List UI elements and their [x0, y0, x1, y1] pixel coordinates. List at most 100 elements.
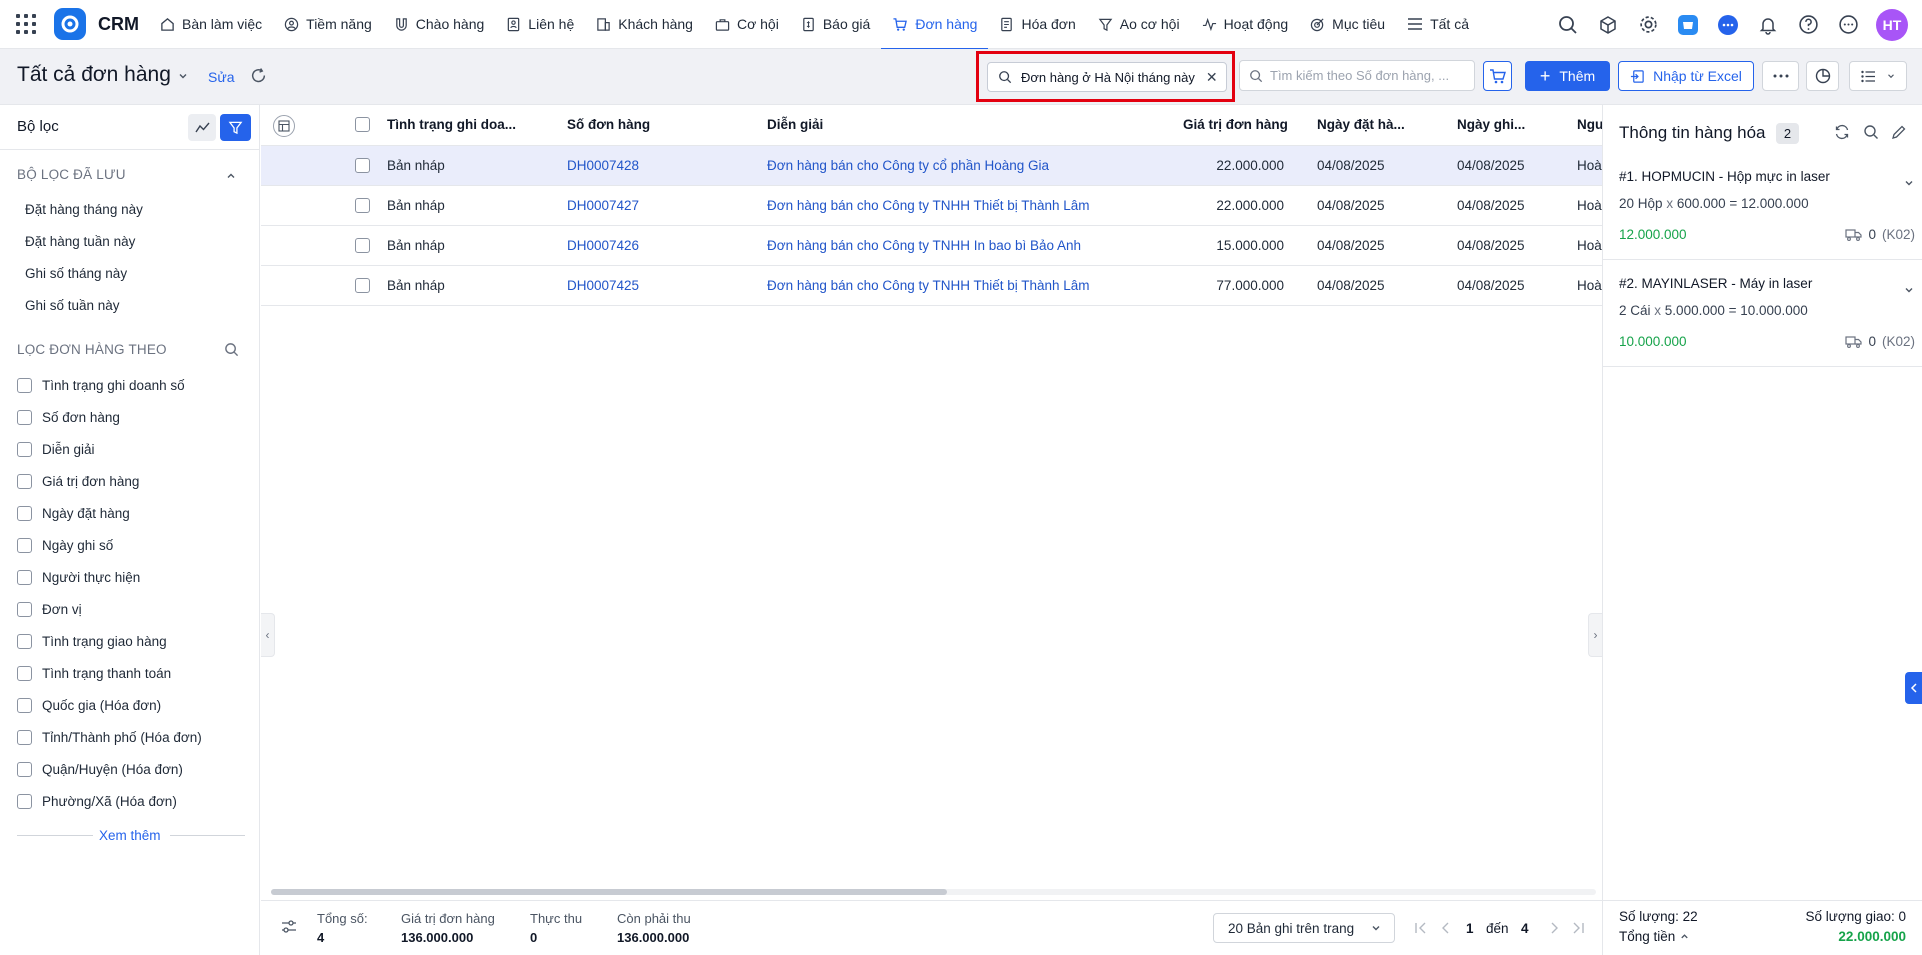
more-actions-button[interactable]: [1762, 61, 1799, 91]
filter-field[interactable]: Quốc gia (Hóa đơn): [17, 698, 161, 713]
filter-toggle-button[interactable]: [220, 114, 251, 141]
cell-description[interactable]: Đơn hàng bán cho Công ty TNHH Thiết bị T…: [767, 198, 1090, 213]
collapse-left-handle[interactable]: ‹: [261, 613, 275, 657]
add-button[interactable]: + Thêm: [1525, 61, 1610, 91]
filter-field[interactable]: Diễn giải: [17, 442, 95, 457]
search-input[interactable]: [1270, 68, 1470, 83]
row-checkbox[interactable]: [355, 198, 370, 213]
page-title[interactable]: Tất cả đơn hàng: [17, 63, 171, 87]
table-row[interactable]: Bản nháp DH0007425 Đơn hàng bán cho Công…: [261, 266, 1602, 306]
user-avatar[interactable]: HT: [1876, 8, 1908, 41]
cell-order-number[interactable]: DH0007428: [567, 158, 639, 173]
nav-lien-he[interactable]: Liên hệ: [495, 0, 585, 49]
gear-icon[interactable]: [1636, 13, 1660, 37]
nav-tiem-nang[interactable]: Tiềm năng: [273, 0, 383, 49]
nav-bao-gia[interactable]: Báo giá: [790, 0, 881, 49]
last-page-icon[interactable]: [1571, 921, 1585, 938]
next-page-icon[interactable]: [1547, 921, 1561, 938]
search-icon[interactable]: [224, 342, 239, 360]
table-row[interactable]: Bản nháp DH0007427 Đơn hàng bán cho Công…: [261, 186, 1602, 226]
horizontal-scrollbar[interactable]: [271, 889, 1596, 895]
edit-pencil-icon[interactable]: [1891, 124, 1907, 143]
cell-description[interactable]: Đơn hàng bán cho Công ty cổ phần Hoàng G…: [767, 158, 1049, 173]
column-header-person[interactable]: Ngư: [1577, 117, 1602, 132]
product-item[interactable]: #2. MAYINLASER - Máy in laser 2 Cái x 5.…: [1619, 276, 1915, 356]
chevron-down-icon[interactable]: [177, 69, 189, 85]
cell-order-number[interactable]: DH0007426: [567, 238, 639, 253]
filter-field[interactable]: Đơn vị: [17, 602, 82, 617]
app-grid-icon[interactable]: [14, 12, 38, 36]
checkbox[interactable]: [17, 538, 32, 553]
nav-ao-co-hoi[interactable]: Ao cơ hội: [1087, 0, 1191, 49]
chart-toggle-button[interactable]: [188, 114, 216, 141]
column-header-value[interactable]: Giá trị đơn hàng: [1183, 117, 1288, 132]
column-header-record-date[interactable]: Ngày ghi...: [1457, 117, 1525, 132]
table-row[interactable]: Bản nháp DH0007426 Đơn hàng bán cho Công…: [261, 226, 1602, 266]
checkbox[interactable]: [17, 698, 32, 713]
report-button[interactable]: [1806, 61, 1839, 91]
nav-khach-hang[interactable]: Khách hàng: [585, 0, 704, 49]
filter-field[interactable]: Quận/Huyện (Hóa đơn): [17, 762, 183, 777]
saved-filter-item[interactable]: Đặt hàng tuần này: [25, 234, 135, 249]
checkbox[interactable]: [17, 410, 32, 425]
collapse-right-handle[interactable]: ›: [1588, 613, 1602, 657]
refresh-icon[interactable]: [250, 67, 267, 87]
search-icon[interactable]: [1556, 13, 1580, 37]
chat-icon[interactable]: [1716, 13, 1740, 37]
filter-field[interactable]: Số đơn hàng: [17, 410, 120, 425]
help-icon[interactable]: [1796, 13, 1820, 37]
checkbox[interactable]: [17, 666, 32, 681]
row-checkbox[interactable]: [355, 278, 370, 293]
column-header-description[interactable]: Diễn giải: [767, 117, 823, 132]
checkbox[interactable]: [17, 730, 32, 745]
first-page-icon[interactable]: [1414, 921, 1428, 938]
close-icon[interactable]: ✕: [1206, 69, 1218, 86]
sliders-icon[interactable]: [281, 919, 297, 937]
checkbox[interactable]: [17, 474, 32, 489]
nav-hoa-don[interactable]: Hóa đơn: [988, 0, 1086, 49]
checkbox[interactable]: [17, 570, 32, 585]
more-circle-icon[interactable]: [1836, 13, 1860, 37]
crm-logo[interactable]: [54, 8, 86, 40]
column-header-order-date[interactable]: Ngày đặt hà...: [1317, 117, 1405, 132]
search-icon[interactable]: [1863, 124, 1879, 143]
bell-icon[interactable]: [1756, 13, 1780, 37]
scrollbar-thumb[interactable]: [271, 889, 947, 895]
prev-page-icon[interactable]: [1439, 921, 1453, 938]
filter-field[interactable]: Tình trạng thanh toán: [17, 666, 171, 681]
checkbox[interactable]: [17, 762, 32, 777]
side-panel-toggle[interactable]: [1905, 672, 1922, 704]
filter-field[interactable]: Ngày ghi số: [17, 538, 113, 553]
checkbox[interactable]: [17, 602, 32, 617]
filter-field[interactable]: Giá trị đơn hàng: [17, 474, 139, 489]
nav-hoat-dong[interactable]: Hoạt động: [1191, 0, 1300, 49]
nav-ban-lam-viec[interactable]: Bàn làm việc: [149, 0, 273, 49]
column-header-order-number[interactable]: Số đơn hàng: [567, 117, 650, 132]
select-all-checkbox[interactable]: [355, 117, 370, 132]
import-excel-button[interactable]: Nhập từ Excel: [1618, 61, 1754, 91]
filter-field[interactable]: Tình trạng ghi doanh số: [17, 378, 185, 393]
edit-view-link[interactable]: Sửa: [208, 69, 235, 85]
checkbox[interactable]: [17, 794, 32, 809]
search-chip[interactable]: Đơn hàng ở Hà Nội tháng này ✕: [987, 62, 1227, 92]
view-mode-button[interactable]: [1849, 61, 1907, 91]
saved-filter-item[interactable]: Ghi số tháng này: [25, 266, 127, 281]
nav-chao-hang[interactable]: Chào hàng: [383, 0, 496, 49]
nav-muc-tieu[interactable]: Mục tiêu: [1299, 0, 1396, 49]
package-icon[interactable]: [1596, 13, 1620, 37]
cart-button[interactable]: [1483, 61, 1512, 91]
product-item[interactable]: #1. HOPMUCIN - Hộp mực in laser 20 Hộp x…: [1619, 169, 1915, 249]
nav-tat-ca[interactable]: Tất cả: [1396, 0, 1480, 49]
chevron-up-icon[interactable]: [225, 169, 237, 185]
shop-icon[interactable]: [1676, 13, 1700, 37]
filter-field[interactable]: Người thực hiện: [17, 570, 140, 585]
nav-co-hoi[interactable]: Cơ hội: [704, 0, 790, 49]
row-checkbox[interactable]: [355, 158, 370, 173]
refresh-icon[interactable]: [1834, 124, 1850, 143]
saved-filter-item[interactable]: Ghi số tuần này: [25, 298, 120, 313]
show-more-link[interactable]: Xem thêm: [99, 828, 161, 843]
filter-field[interactable]: Tình trạng giao hàng: [17, 634, 167, 649]
chevron-down-icon[interactable]: [1903, 171, 1915, 192]
search-box[interactable]: [1239, 60, 1475, 91]
cell-description[interactable]: Đơn hàng bán cho Công ty TNHH In bao bì …: [767, 238, 1081, 253]
